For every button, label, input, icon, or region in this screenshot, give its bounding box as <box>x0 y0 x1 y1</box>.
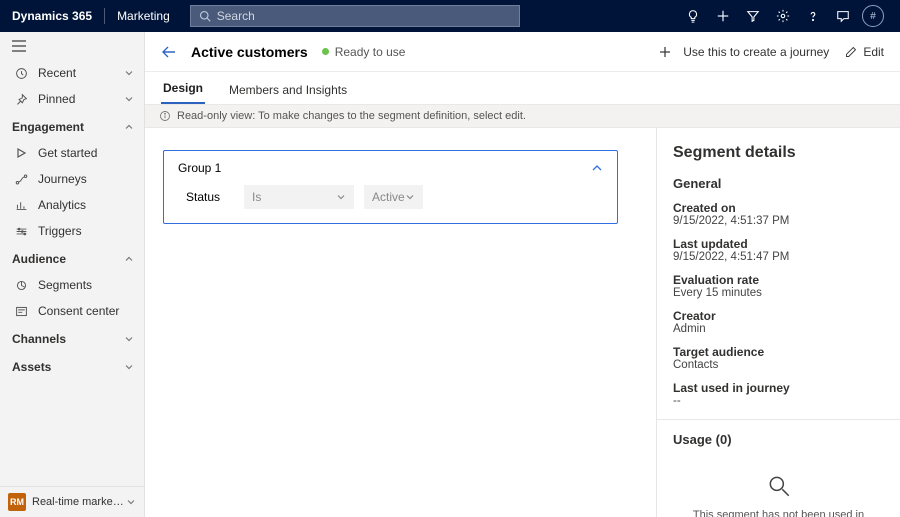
page-tabs: Design Members and Insights <box>145 72 900 104</box>
sidebar-item-recent[interactable]: Recent <box>0 60 144 86</box>
sidebar-item-segments[interactable]: Segments <box>0 272 144 298</box>
status-badge: Ready to use <box>322 45 406 59</box>
add-icon[interactable] <box>708 0 738 32</box>
play-icon <box>12 147 30 159</box>
sidebar-item-triggers[interactable]: Triggers <box>0 218 144 244</box>
sidebar-item-get-started[interactable]: Get started <box>0 140 144 166</box>
group-collapse-button[interactable] <box>591 162 603 174</box>
chevron-down-icon <box>124 68 134 78</box>
segment-canvas: Group 1 Status Is Active <box>145 128 656 517</box>
user-avatar[interactable]: # <box>858 0 888 32</box>
creator-value: Admin <box>673 323 884 335</box>
sidebar-section-channels[interactable]: Channels <box>0 324 144 352</box>
chevron-up-icon <box>124 254 134 264</box>
readonly-info-bar: Read-only view: To make changes to the s… <box>145 104 900 128</box>
help-icon[interactable] <box>798 0 828 32</box>
usage-empty-state: This segment has not been used in journe… <box>673 457 884 517</box>
target-audience-label: Target audience <box>673 345 884 359</box>
last-used-value: -- <box>673 395 884 407</box>
area-badge: RM <box>8 493 26 511</box>
details-heading: Segment details <box>673 144 884 162</box>
search-placeholder: Search <box>217 9 255 23</box>
sidebar-section-audience[interactable]: Audience <box>0 244 144 272</box>
pin-icon <box>12 93 30 106</box>
sidebar-area-switcher[interactable]: RM Real-time marketi... <box>0 486 144 517</box>
usage-heading: Usage (0) <box>673 432 884 447</box>
chevron-down-icon <box>336 192 346 202</box>
global-search[interactable]: Search <box>190 5 520 27</box>
chevron-down-icon <box>124 94 134 104</box>
last-updated-value: 9/15/2022, 4:51:47 PM <box>673 251 884 263</box>
creator-label: Creator <box>673 309 884 323</box>
chat-icon[interactable] <box>828 0 858 32</box>
clock-icon <box>12 67 30 80</box>
value-select[interactable]: Active <box>364 185 423 209</box>
sidebar-toggle[interactable] <box>0 32 144 60</box>
journey-icon <box>12 173 30 186</box>
chevron-down-icon <box>124 334 134 344</box>
main-content: Active customers Ready to use Use this t… <box>145 32 900 517</box>
app-label[interactable]: Marketing <box>117 9 190 23</box>
site-sidebar: Recent Pinned Engagement Get started Jou… <box>0 32 145 517</box>
tab-members-insights[interactable]: Members and Insights <box>227 75 349 104</box>
sidebar-item-journeys[interactable]: Journeys <box>0 166 144 192</box>
created-on-value: 9/15/2022, 4:51:37 PM <box>673 215 884 227</box>
search-empty-icon <box>766 473 792 499</box>
evaluation-rate-value: Every 15 minutes <box>673 287 884 299</box>
evaluation-rate-label: Evaluation rate <box>673 273 884 287</box>
lightbulb-icon[interactable] <box>678 0 708 32</box>
sidebar-item-pinned[interactable]: Pinned <box>0 86 144 112</box>
global-nav: Dynamics 365 Marketing Search # <box>0 0 900 32</box>
last-used-label: Last used in journey <box>673 381 884 395</box>
create-journey-button[interactable]: Use this to create a journey <box>659 45 829 59</box>
filter-icon[interactable] <box>738 0 768 32</box>
brand-label[interactable]: Dynamics 365 <box>12 9 104 23</box>
info-icon <box>159 110 171 122</box>
sidebar-item-consent-center[interactable]: Consent center <box>0 298 144 324</box>
sidebar-section-assets[interactable]: Assets <box>0 352 144 380</box>
details-divider <box>657 419 900 420</box>
tab-design[interactable]: Design <box>161 73 205 104</box>
analytics-icon <box>12 199 30 212</box>
plus-icon <box>659 46 677 58</box>
search-icon <box>199 10 211 22</box>
last-updated-label: Last updated <box>673 237 884 251</box>
target-audience-value: Contacts <box>673 359 884 371</box>
area-label: Real-time marketi... <box>32 496 126 508</box>
chevron-down-icon <box>126 497 136 507</box>
pencil-icon <box>845 46 857 58</box>
condition-row: Status Is Active <box>178 185 603 209</box>
status-dot-icon <box>322 48 329 55</box>
segment-details-pane: Segment details General Created on9/15/2… <box>656 128 900 517</box>
brand-divider <box>104 8 105 24</box>
sidebar-item-analytics[interactable]: Analytics <box>0 192 144 218</box>
group-title: Group 1 <box>178 161 591 175</box>
back-button[interactable] <box>161 45 177 59</box>
segments-icon <box>12 279 30 292</box>
triggers-icon <box>12 225 30 238</box>
edit-button[interactable]: Edit <box>845 45 884 59</box>
chevron-up-icon <box>124 122 134 132</box>
created-on-label: Created on <box>673 201 884 215</box>
page-title: Active customers <box>191 44 308 60</box>
condition-attribute: Status <box>186 190 234 204</box>
segment-group: Group 1 Status Is Active <box>163 150 618 224</box>
settings-icon[interactable] <box>768 0 798 32</box>
chevron-down-icon <box>405 192 415 202</box>
command-bar: Active customers Ready to use Use this t… <box>145 32 900 72</box>
sidebar-section-engagement[interactable]: Engagement <box>0 112 144 140</box>
operator-select[interactable]: Is <box>244 185 354 209</box>
consent-icon <box>12 305 30 318</box>
general-heading: General <box>673 176 884 191</box>
chevron-down-icon <box>124 362 134 372</box>
